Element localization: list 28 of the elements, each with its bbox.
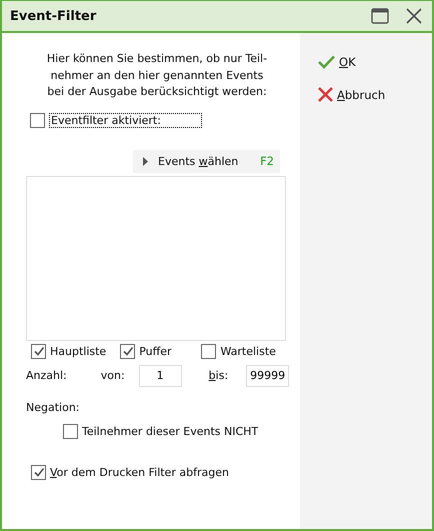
checkmark-icon [318, 55, 335, 69]
checkbox-label: Hauptliste [50, 344, 106, 358]
choose-events-button[interactable]: Events wählen F2 [133, 150, 280, 172]
checkbox[interactable] [120, 344, 136, 358]
window-title: Event-Filter [10, 8, 98, 24]
count-label: Anzahl: [26, 369, 67, 382]
checkbox-label: Warteliste [220, 344, 276, 358]
cancel-button[interactable]: Abbruch [318, 87, 432, 102]
close-icon[interactable] [406, 8, 422, 24]
checkbox[interactable] [201, 344, 216, 358]
cross-icon [318, 87, 333, 102]
negation-label: Negation: [26, 400, 80, 414]
intro-text: Hier können Sie bestimmen, ob nur Teil- nehmer an den hier genannten Events bei der Ausgabe berücksichtigt werden: [46, 51, 268, 100]
checkbox[interactable] [30, 112, 45, 128]
ok-button[interactable]: OK [318, 55, 432, 69]
checkbox-label: Eventfilter aktiviert: [49, 112, 202, 128]
from-field[interactable]: 1 [138, 364, 182, 386]
maximize-icon[interactable] [371, 8, 389, 24]
checkbox[interactable] [31, 344, 46, 358]
checkbox[interactable] [31, 464, 46, 480]
triangle-icon [143, 156, 148, 166]
checkbox-label: Vor dem Drucken Filter abfragen [50, 466, 229, 478]
checkbox-label: Puffer [139, 344, 172, 358]
to-label: bis: [208, 369, 228, 382]
to-field[interactable]: 99999 [246, 364, 290, 386]
from-label: von: [100, 369, 125, 382]
checkbox[interactable] [63, 424, 78, 438]
checkbox-label: Teilnehmer dieser Events NICHT [82, 424, 258, 438]
